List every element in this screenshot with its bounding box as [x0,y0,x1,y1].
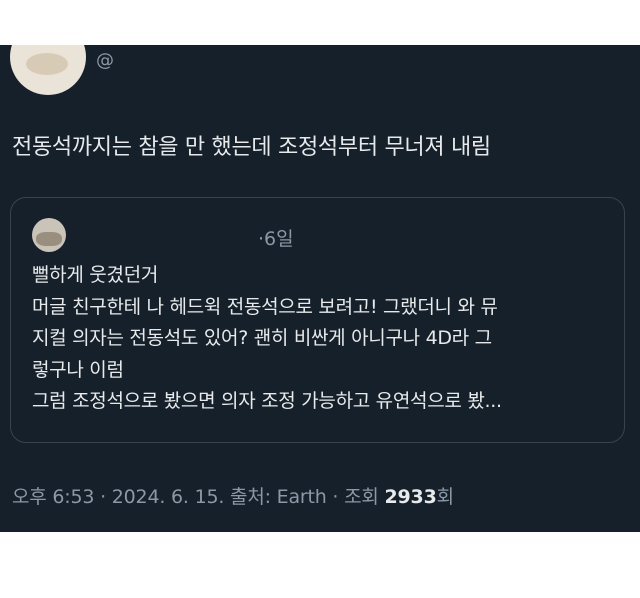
quoted-text-line: 지컬 의자는 전동석도 있어? 괜히 비싼게 아니구나 4D라 그 [32,327,492,349]
quoted-text-line: 머글 친구한테 나 헤드윅 전동석으로 보려고! 그랬더니 와 뮤 [32,295,498,318]
quoted-author-avatar[interactable] [32,218,66,252]
view-count-suffix: 회 [436,486,454,508]
quoted-tweet[interactable]: ·6일 뻘하게 웃겼던거 머글 친구한테 나 헤드윅 전동석으로 보려고! 그랬… [10,197,625,443]
tweet-card: @ 전동석까지는 참을 만 했는데 조정석부터 무너져 내림 ·6일 뻘하게 웃… [0,45,640,532]
tweet-metadata: 오후 6:53 · 2024. 6. 15. 출처: Earth · 조회 29… [12,482,454,509]
tweet-timestamp[interactable]: 오후 6:53 · 2024. 6. 15. 출처: Earth · 조회 [12,486,379,508]
quoted-text-line: 렇구나 이럼 [32,358,124,381]
view-count: 2933 [384,486,437,508]
quoted-text-line: 뻘하게 웃겼던거 [32,264,159,286]
author-avatar[interactable] [10,45,86,95]
tweet-text: 전동석까지는 참을 만 했는데 조정석부터 무너져 내림 [12,135,491,160]
quoted-text-line: 그럼 조정석으로 봤으면 의자 조정 가능하고 유연석으로 봤... [32,390,502,412]
quoted-tweet-time[interactable]: ·6일 [258,224,294,251]
quoted-tweet-text: 뻘하게 웃겼던거 머글 친구한테 나 헤드윅 전동석으로 보려고! 그랬더니 와… [32,260,622,418]
author-handle[interactable]: @ [96,50,114,71]
